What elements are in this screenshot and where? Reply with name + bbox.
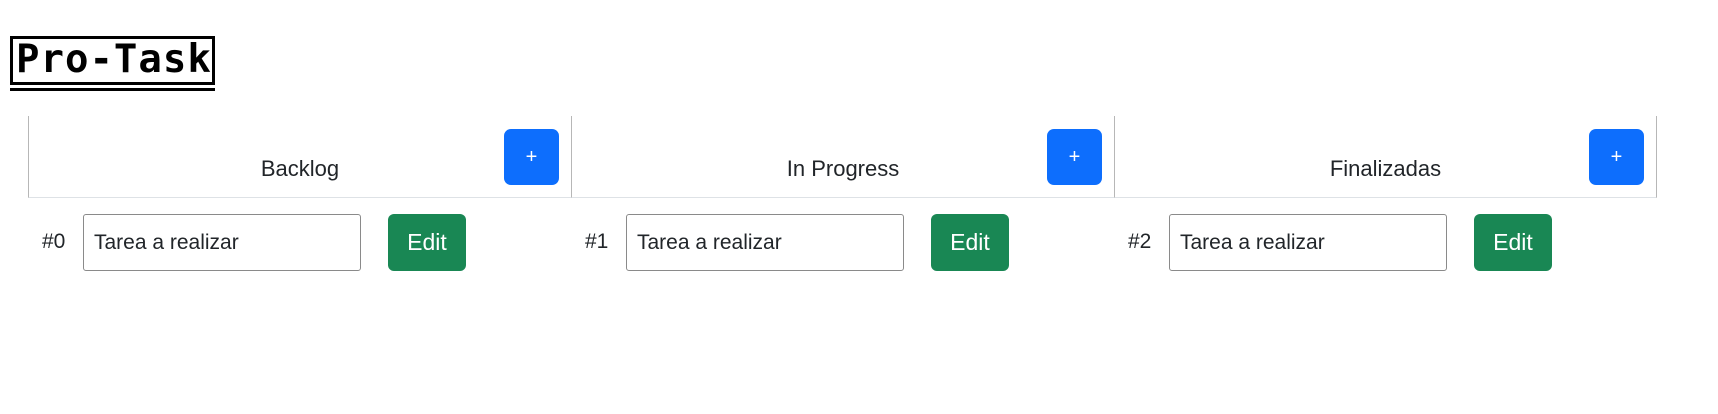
edit-task-button[interactable]: Edit bbox=[931, 214, 1009, 271]
logo: Pro-Task bbox=[10, 36, 215, 91]
task-input[interactable] bbox=[83, 214, 361, 271]
task-id: #0 bbox=[42, 230, 66, 253]
task-list-finalizadas: #2 Edit bbox=[1114, 116, 1657, 286]
logo-underline bbox=[10, 82, 215, 91]
edit-task-button[interactable]: Edit bbox=[1474, 214, 1552, 271]
task-input[interactable] bbox=[626, 214, 904, 271]
task-id: #1 bbox=[585, 230, 609, 253]
task-list-in-progress: #1 Edit bbox=[571, 116, 1114, 286]
edit-task-button[interactable]: Edit bbox=[388, 214, 466, 271]
task-input[interactable] bbox=[1169, 214, 1447, 271]
task-id: #2 bbox=[1128, 230, 1152, 253]
logo-text: Pro-Task bbox=[16, 37, 212, 82]
task-list-backlog: #0 Edit bbox=[28, 116, 571, 286]
